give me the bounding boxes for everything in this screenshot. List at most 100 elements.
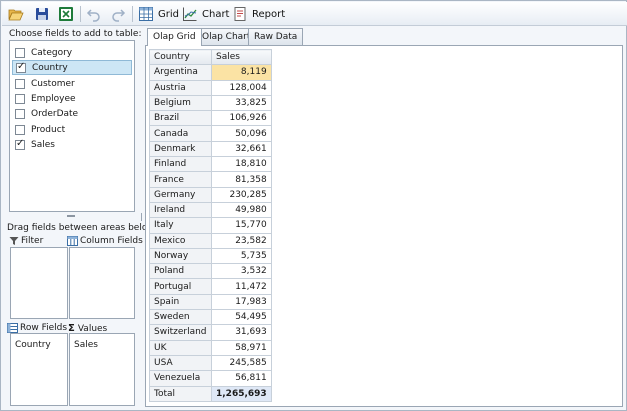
value-cell[interactable]: 23,582 (211, 232, 272, 249)
row-header-cell[interactable]: Switzerland (149, 324, 212, 341)
row-header-cell[interactable]: Venezuela (149, 370, 212, 387)
total-value-cell[interactable]: 1,265,693 (211, 385, 272, 402)
row-header-cell[interactable]: Norway (149, 247, 212, 265)
row-header-cell[interactable]: Ireland (149, 201, 212, 219)
field-checkbox[interactable]: ✓ (16, 60, 26, 73)
field-label: Product (31, 124, 66, 135)
row-header-cell[interactable]: France (149, 171, 212, 188)
row-header-cell[interactable]: Italy (149, 217, 212, 234)
field-item-product[interactable]: Product (12, 122, 132, 137)
value-cell[interactable]: 54,495 (211, 309, 272, 326)
field-checkbox[interactable] (15, 78, 25, 89)
grid-label: Grid (158, 8, 179, 20)
field-checkbox[interactable] (15, 93, 25, 104)
field-item-orderdate[interactable]: OrderDate (12, 106, 132, 121)
row-header-cell[interactable]: Austria (149, 79, 212, 96)
table-row: Portugal 11,472 (149, 278, 272, 295)
value-cell[interactable]: 128,004 (211, 79, 272, 96)
row-field-item[interactable]: Country (15, 340, 51, 350)
row-header-cell[interactable]: Finland (149, 156, 212, 173)
field-checkbox[interactable]: ✓ (15, 137, 25, 150)
value-cell[interactable]: 245,585 (211, 354, 272, 372)
value-cell[interactable]: 3,532 (211, 263, 272, 280)
table-row: Germany 230,285 (149, 186, 272, 203)
row-header-cell[interactable]: Brazil (149, 110, 212, 127)
value-cell[interactable]: 81,358 (211, 171, 272, 188)
values-label: Values (77, 323, 108, 334)
redo-icon (110, 6, 126, 22)
value-cell[interactable]: 106,926 (211, 110, 272, 127)
filter-label: Filter (21, 236, 44, 246)
total-label-cell[interactable]: Total (149, 385, 212, 402)
value-cell[interactable]: 56,811 (211, 370, 272, 387)
row-header-cell[interactable]: USA (149, 354, 212, 372)
value-cell[interactable]: 5,735 (211, 247, 272, 265)
report-button[interactable]: Report (232, 5, 285, 23)
value-cell[interactable]: 58,971 (211, 339, 272, 356)
tab-raw-data[interactable]: Raw Data (248, 28, 304, 45)
row-header-cell[interactable]: Belgium (149, 94, 212, 112)
field-checkbox[interactable] (15, 47, 25, 58)
chart-button[interactable]: Chart (182, 5, 229, 23)
field-label: Customer (31, 78, 75, 89)
row-header-cell[interactable]: Canada (149, 125, 212, 142)
values-drop-area[interactable]: Sales (69, 333, 135, 406)
field-checkbox[interactable] (15, 108, 25, 119)
filter-drop-area[interactable] (10, 247, 68, 319)
column-fields-drop-area[interactable] (69, 247, 135, 319)
save-button[interactable] (34, 5, 50, 23)
value-cell[interactable]: 11,472 (211, 278, 272, 295)
row-header-cell[interactable]: Sweden (149, 309, 212, 326)
value-cell[interactable]: 230,285 (211, 186, 272, 203)
table-row: Venezuela 56,811 (149, 370, 272, 387)
excel-export-icon (58, 6, 74, 22)
filter-icon (9, 237, 19, 245)
columns-icon (67, 236, 78, 246)
row-header-cell[interactable]: Denmark (149, 140, 212, 158)
tab-olap-grid[interactable]: Olap Grid (147, 28, 202, 46)
field-item-country[interactable]: ✓ Country (12, 60, 132, 75)
grid-button[interactable]: Grid (138, 5, 179, 23)
grid-icon (138, 6, 154, 22)
value-cell[interactable]: 17,983 (211, 293, 272, 311)
table-body: Argentina 8,119 Austria 128,004 Belgium 33,82… (149, 64, 272, 402)
row-header-cell[interactable]: Poland (149, 263, 212, 280)
value-field-item[interactable]: Sales (74, 340, 98, 350)
row-header-cell[interactable]: Germany (149, 186, 212, 203)
olap-grid-table: Country Sales Argentina 8,119 Austria 128,0… (149, 48, 272, 402)
row-fields-drop-area[interactable]: Country (10, 333, 68, 406)
value-cell[interactable]: 50,096 (211, 125, 272, 142)
checkmark-icon: ✓ (16, 137, 25, 149)
field-item-category[interactable]: Category (12, 45, 132, 60)
column-header-sales[interactable]: Sales (211, 48, 272, 66)
undo-button[interactable] (86, 5, 102, 23)
checkmark-icon: ✓ (17, 60, 26, 72)
open-button[interactable] (8, 5, 24, 23)
table-row: France 81,358 (149, 171, 272, 188)
table-row: USA 245,585 (149, 354, 272, 372)
value-cell[interactable]: 18,810 (211, 156, 272, 173)
row-header-cell[interactable]: Spain (149, 293, 212, 311)
value-cell[interactable]: 49,980 (211, 201, 272, 219)
field-item-sales[interactable]: ✓ Sales (12, 137, 132, 152)
value-cell[interactable]: 31,693 (211, 324, 272, 341)
value-cell[interactable]: 15,770 (211, 217, 272, 234)
export-excel-button[interactable] (58, 5, 74, 23)
row-header-cell[interactable]: UK (149, 339, 212, 356)
olap-grid-view: Country Sales Argentina 8,119 Austria 128,0… (145, 45, 623, 407)
row-header-cell[interactable]: Mexico (149, 232, 212, 249)
field-item-customer[interactable]: Customer (12, 76, 132, 91)
horizontal-splitter[interactable] (67, 215, 75, 217)
table-header-row: Country Sales (149, 48, 272, 66)
value-cell[interactable]: 32,661 (211, 140, 272, 158)
drag-fields-label: Drag fields between areas below: (7, 223, 158, 233)
row-header-cell[interactable]: Argentina (149, 64, 212, 81)
field-item-employee[interactable]: Employee (12, 91, 132, 106)
value-cell[interactable]: 33,825 (211, 94, 272, 112)
vertical-splitter[interactable] (141, 213, 143, 221)
column-header-country[interactable]: Country (149, 48, 212, 66)
value-cell[interactable]: 8,119 (211, 64, 272, 81)
redo-button[interactable] (110, 5, 126, 23)
row-header-cell[interactable]: Portugal (149, 278, 212, 295)
field-checkbox[interactable] (15, 124, 25, 135)
